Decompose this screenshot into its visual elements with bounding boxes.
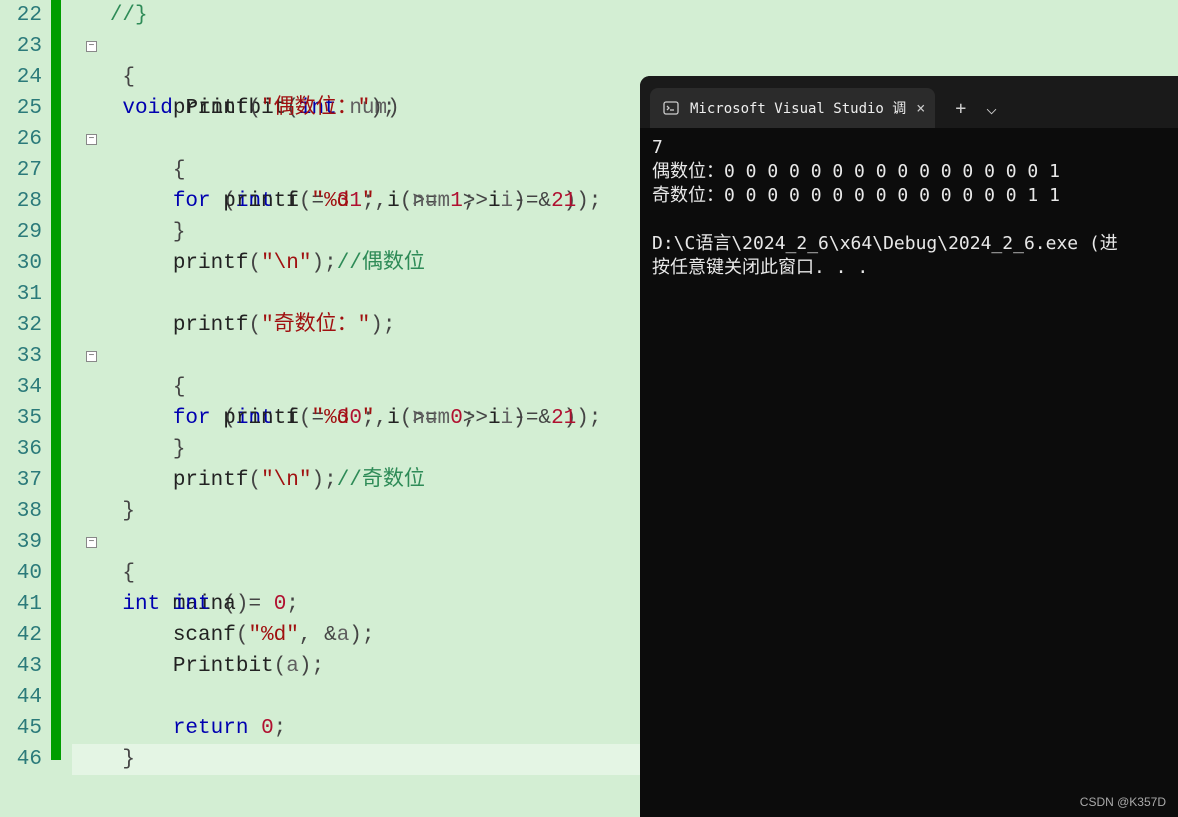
line-number: 45: [0, 713, 42, 744]
line-number: 42: [0, 620, 42, 651]
line-number: 39: [0, 527, 42, 558]
watermark: CSDN @K357D: [1080, 795, 1166, 809]
line-number: 22: [0, 0, 42, 31]
fold-minus-icon[interactable]: −: [86, 351, 97, 362]
line-number-gutter: 2223242526272829303132333435363738394041…: [0, 0, 48, 817]
close-icon[interactable]: ×: [916, 99, 925, 117]
line-number: 32: [0, 310, 42, 341]
tab-dropdown-button[interactable]: ⌵: [986, 98, 997, 119]
code-line[interactable]: − void Printbit(int num): [72, 31, 1178, 62]
line-number: 28: [0, 186, 42, 217]
fold-minus-icon[interactable]: −: [86, 537, 97, 548]
line-number: 46: [0, 744, 42, 775]
line-number: 23: [0, 31, 42, 62]
line-number: 31: [0, 279, 42, 310]
terminal-icon: [662, 99, 680, 117]
line-number: 33: [0, 341, 42, 372]
line-number: 27: [0, 155, 42, 186]
line-number: 40: [0, 558, 42, 589]
console-tab-title: Microsoft Visual Studio 调: [690, 98, 906, 118]
line-number: 35: [0, 403, 42, 434]
fold-minus-icon[interactable]: −: [86, 41, 97, 52]
line-number: 34: [0, 372, 42, 403]
line-number: 29: [0, 217, 42, 248]
margin-strip: [48, 0, 72, 817]
line-number: 41: [0, 589, 42, 620]
line-number: 38: [0, 496, 42, 527]
line-number: 37: [0, 465, 42, 496]
tab-actions: + ⌵: [955, 88, 997, 128]
line-number: 36: [0, 434, 42, 465]
line-number: 30: [0, 248, 42, 279]
line-number: 24: [0, 62, 42, 93]
git-change-bar: [51, 0, 61, 760]
new-tab-button[interactable]: +: [955, 98, 966, 119]
console-tab[interactable]: Microsoft Visual Studio 调 ×: [650, 88, 935, 128]
console-tabbar: Microsoft Visual Studio 调 × + ⌵: [640, 76, 1178, 128]
code-line[interactable]: //}: [72, 0, 1178, 31]
debug-console-window: Microsoft Visual Studio 调 × + ⌵ 7 偶数位：0 …: [640, 76, 1178, 817]
fold-minus-icon[interactable]: −: [86, 134, 97, 145]
line-number: 26: [0, 124, 42, 155]
line-number: 43: [0, 651, 42, 682]
console-output[interactable]: 7 偶数位：0 0 0 0 0 0 0 0 0 0 0 0 0 0 0 1 奇数…: [640, 128, 1178, 288]
line-number: 25: [0, 93, 42, 124]
line-number: 44: [0, 682, 42, 713]
